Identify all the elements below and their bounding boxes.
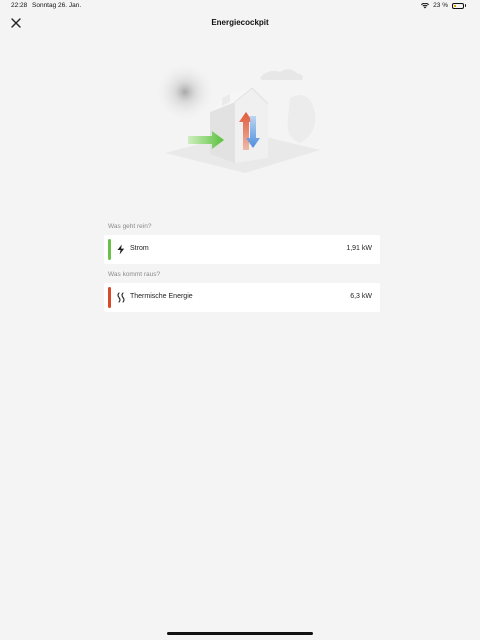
- heat-pump-illustration: [155, 62, 320, 173]
- home-indicator[interactable]: [167, 632, 313, 635]
- sun-shape: [155, 62, 215, 122]
- cloud-shape: [260, 69, 303, 80]
- header: Energiecockpit: [0, 12, 480, 34]
- output-item-value: 6,3 kW: [350, 293, 372, 300]
- battery-icon: [452, 2, 466, 9]
- input-item-label: Strom: [130, 245, 149, 252]
- output-color-bar: [108, 287, 111, 308]
- status-time: 22:28: [11, 2, 28, 9]
- status-date: Sonntag 26. Jan.: [32, 2, 82, 9]
- wifi-icon: [421, 2, 430, 8]
- lightning-icon: [117, 244, 125, 255]
- input-section-label: Was geht rein?: [108, 223, 152, 230]
- wind-shape: [287, 95, 316, 143]
- input-card-strom[interactable]: Strom 1,91 kW: [104, 235, 380, 264]
- battery-level: [454, 4, 456, 7]
- status-right: 23 %: [421, 2, 466, 9]
- page-title: Energiecockpit: [211, 18, 269, 27]
- status-bar: 22:28 Sonntag 26. Jan. 23 %: [0, 0, 480, 12]
- battery-percent: 23 %: [433, 2, 448, 9]
- output-section-label: Was kommt raus?: [108, 271, 161, 278]
- input-item-value: 1,91 kW: [346, 245, 372, 252]
- input-color-bar: [108, 239, 111, 260]
- house-shape: [210, 87, 269, 163]
- heat-waves-icon: [117, 292, 125, 303]
- output-item-label: Thermische Energie: [130, 293, 193, 300]
- output-card-thermal[interactable]: Thermische Energie 6,3 kW: [104, 283, 380, 312]
